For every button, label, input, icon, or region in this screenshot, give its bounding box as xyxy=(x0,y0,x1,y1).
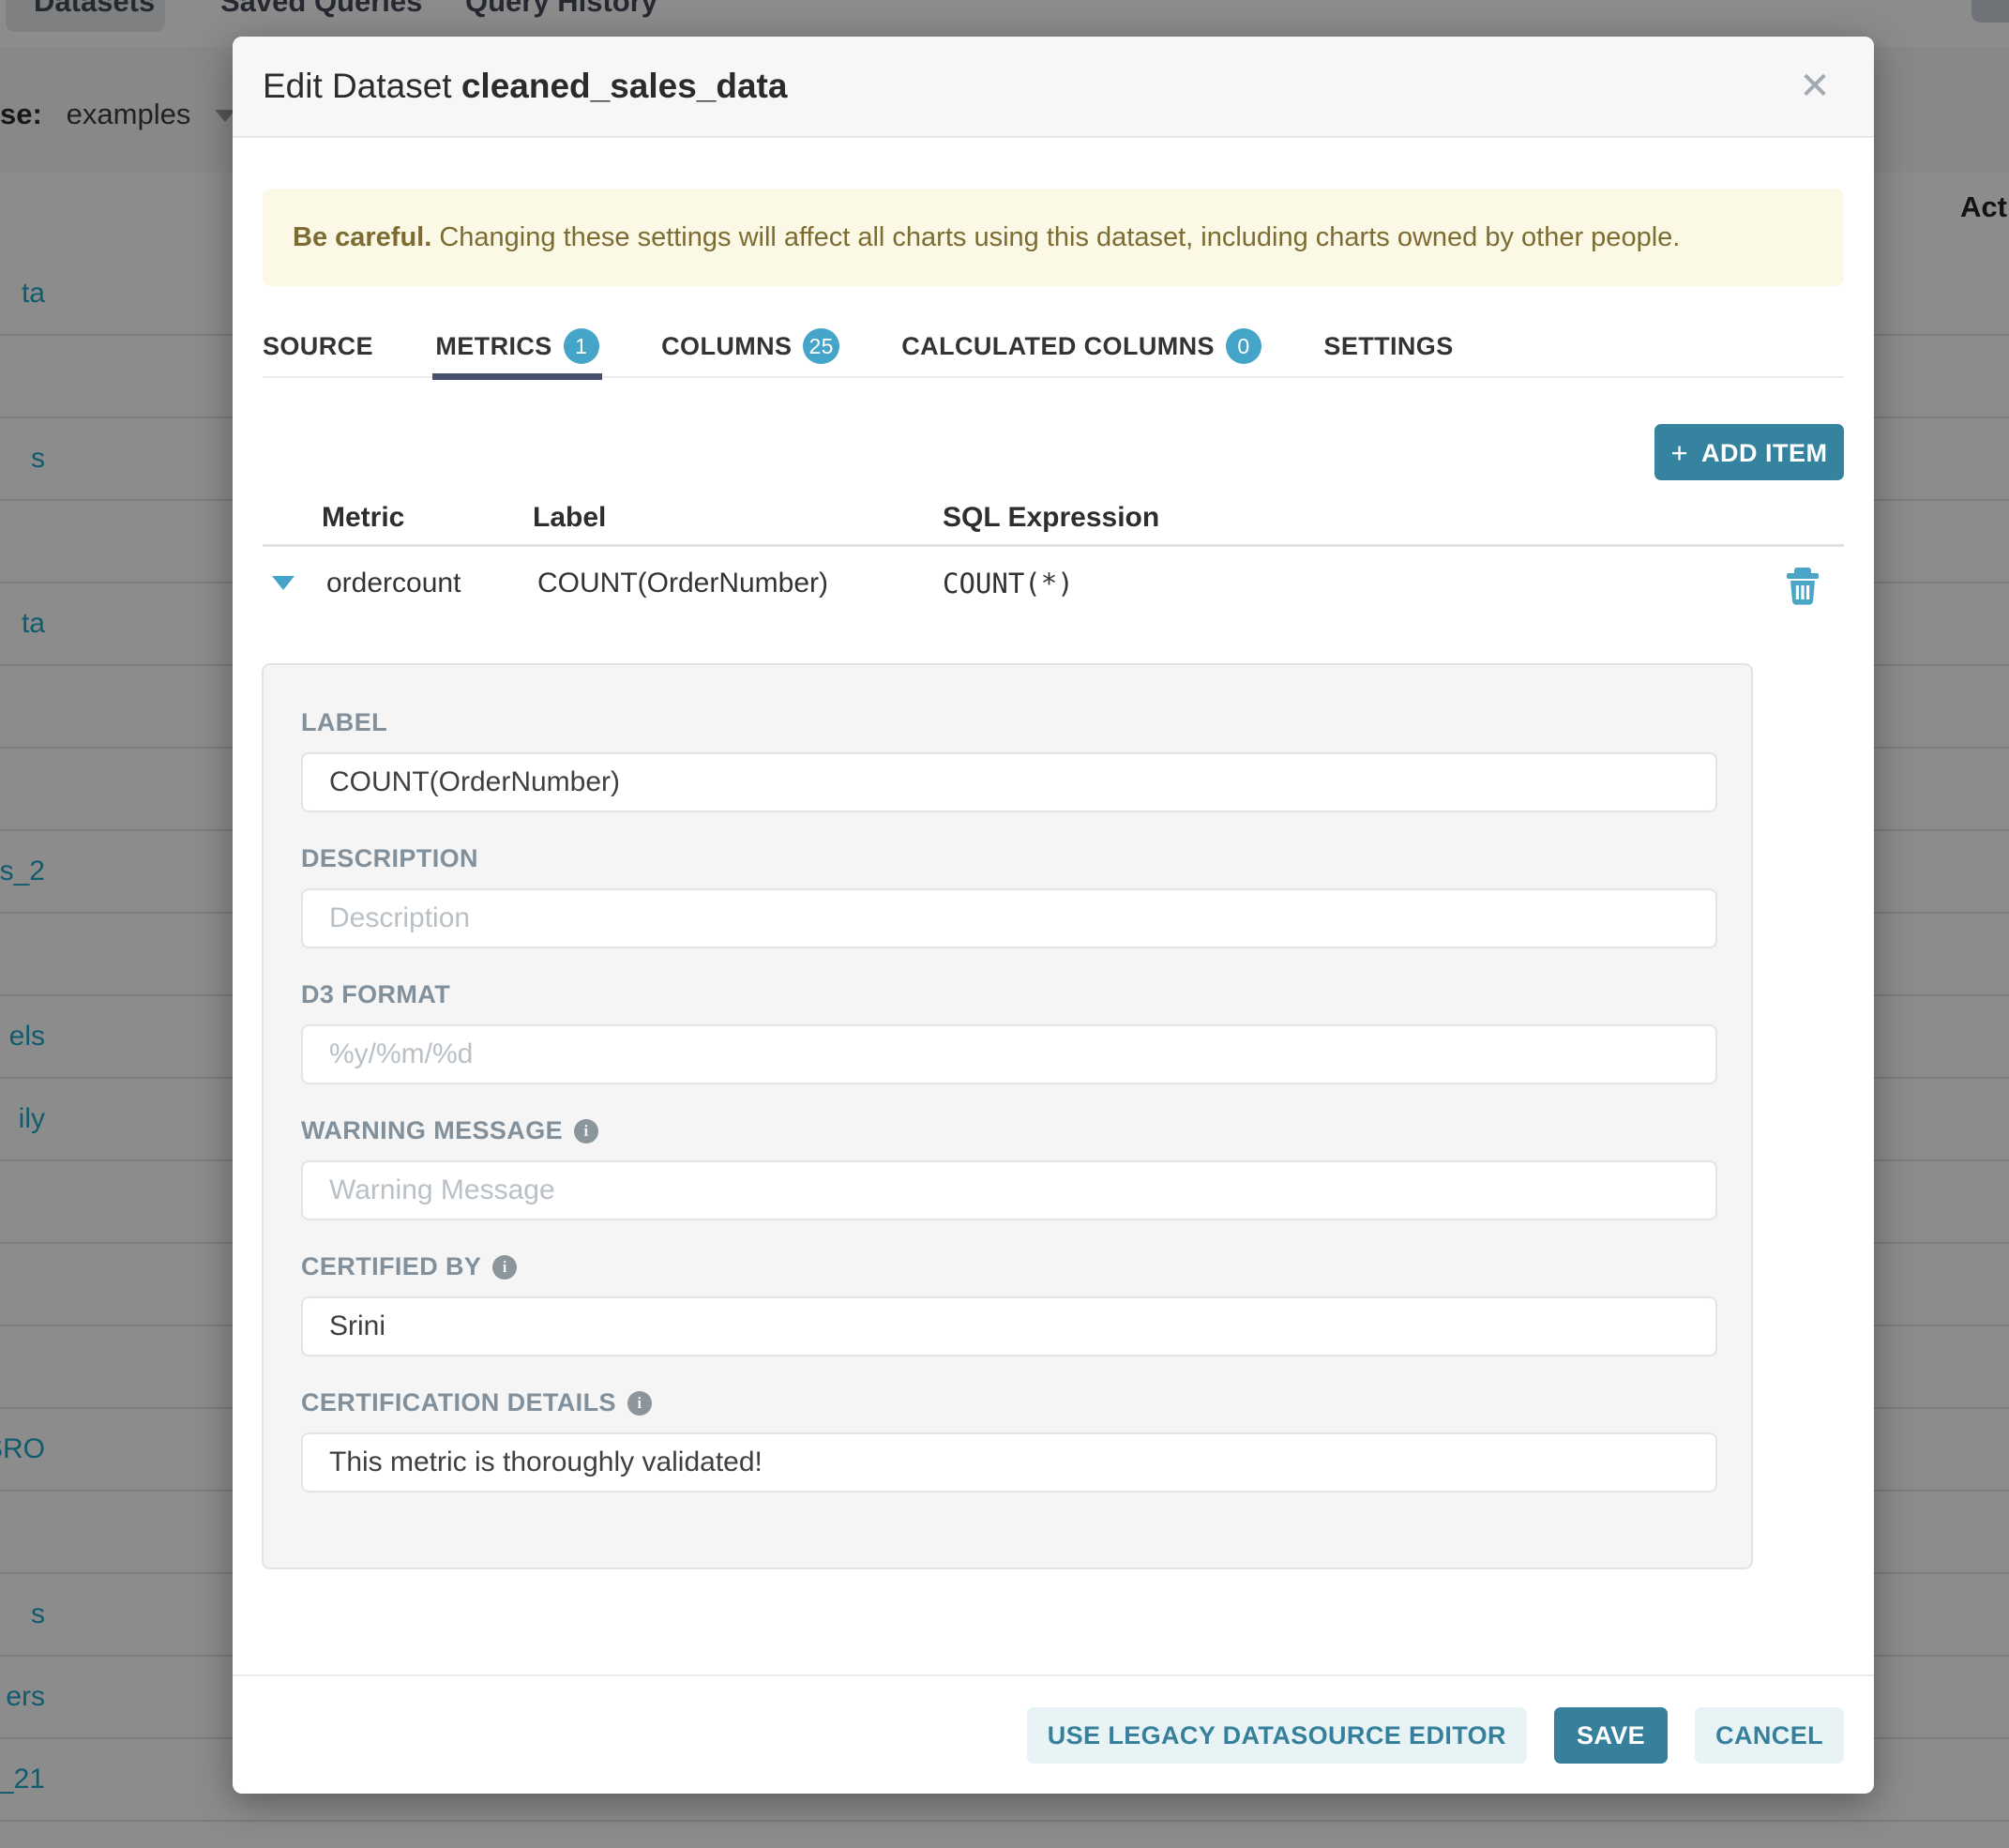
footer-buttons: USE LEGACY DATASOURCE EDITOR SAVE CANCEL xyxy=(1027,1707,1844,1764)
tab-calculated-columns[interactable]: CALCULATED COLUMNS 0 xyxy=(901,323,1261,376)
tab-settings[interactable]: SETTINGS xyxy=(1323,323,1453,376)
tab-metrics-label: METRICS xyxy=(435,332,551,360)
d3-format-field-label: D3 FORMAT xyxy=(295,980,1714,1009)
info-icon: i xyxy=(492,1255,517,1280)
certification-details-field-label: CERTIFICATION DETAILSi xyxy=(295,1388,1714,1417)
screen: Datasets Saved Queries Query History se:… xyxy=(0,0,2009,1848)
metric-column-header: Metric xyxy=(322,502,404,534)
warning-message-field-group: WARNING MESSAGEi xyxy=(301,1116,1714,1220)
modal-header: Edit Dataset cleaned_sales_data ✕ xyxy=(233,37,1874,138)
tab-columns-label: COLUMNS xyxy=(661,332,792,360)
certified-by-field-label: CERTIFIED BYi xyxy=(295,1252,1714,1281)
certified-by-input[interactable] xyxy=(301,1296,1717,1356)
description-field-group: DESCRIPTION xyxy=(301,844,1714,948)
metric-label: COUNT(OrderNumber) xyxy=(537,553,828,613)
warning-banner: Be careful. Changing these settings will… xyxy=(263,189,1844,286)
info-icon: i xyxy=(574,1119,598,1144)
warning-message-input[interactable] xyxy=(301,1160,1717,1220)
tab-columns[interactable]: COLUMNS 25 xyxy=(661,323,839,376)
warning-message-field-label: WARNING MESSAGEi xyxy=(295,1116,1714,1145)
cancel-button[interactable]: CANCEL xyxy=(1695,1707,1844,1764)
certification-details-input[interactable] xyxy=(301,1432,1717,1492)
add-item-label: ADD ITEM xyxy=(1701,439,1828,467)
metric-row: ordercount COUNT(OrderNumber) COUNT(*) xyxy=(263,553,1844,613)
sql-expression-column-header: SQL Expression xyxy=(943,502,1159,534)
warning-banner-rest: Changing these settings will affect all … xyxy=(431,222,1680,252)
metrics-count-badge: 1 xyxy=(564,328,599,364)
calculated-columns-count-badge: 0 xyxy=(1226,328,1261,364)
save-button[interactable]: SAVE xyxy=(1554,1707,1668,1764)
label-column-header: Label xyxy=(533,502,606,534)
add-item-button[interactable]: + ADD ITEM xyxy=(1654,424,1844,480)
certification-details-field-group: CERTIFICATION DETAILSi xyxy=(301,1388,1714,1492)
tab-source[interactable]: SOURCE xyxy=(263,323,373,376)
certified-by-field-group: CERTIFIED BYi xyxy=(301,1252,1714,1356)
plus-icon: + xyxy=(1670,436,1688,469)
delete-metric-trash-icon[interactable] xyxy=(1784,565,1821,606)
modal-tabs: SOURCE METRICS 1 COLUMNS 25 CALCULATED COL… xyxy=(263,323,1844,378)
modal-footer: USE LEGACY DATASOURCE EDITOR SAVE CANCEL xyxy=(233,1674,1874,1794)
info-icon: i xyxy=(627,1391,652,1416)
modal-dataset-name: cleaned_sales_data xyxy=(461,67,788,105)
warning-banner-text: Be careful. Changing these settings will… xyxy=(293,189,1825,286)
tab-calculated-columns-label: CALCULATED COLUMNS xyxy=(901,332,1215,360)
close-icon[interactable]: ✕ xyxy=(1773,37,1857,136)
tab-settings-label: SETTINGS xyxy=(1323,332,1453,360)
d3-format-input[interactable] xyxy=(301,1024,1717,1084)
metric-edit-panel: LABEL DESCRIPTION D3 FORMAT WARNING MESS… xyxy=(262,663,1753,1569)
modal-title-prefix: Edit Dataset xyxy=(263,67,452,105)
description-field-label: DESCRIPTION xyxy=(295,844,1714,873)
active-tab-underline xyxy=(432,373,601,380)
collapse-caret-icon[interactable] xyxy=(272,576,295,590)
description-input[interactable] xyxy=(301,888,1717,948)
label-input[interactable] xyxy=(301,752,1717,812)
edit-dataset-modal: Edit Dataset cleaned_sales_data ✕ Be car… xyxy=(233,37,1874,1794)
use-legacy-datasource-editor-button[interactable]: USE LEGACY DATASOURCE EDITOR xyxy=(1027,1707,1527,1764)
metrics-table-header: Metric Label SQL Expression xyxy=(263,502,1844,547)
columns-count-badge: 25 xyxy=(803,328,838,364)
warning-banner-bold: Be careful. xyxy=(293,222,431,252)
label-field-group: LABEL xyxy=(301,708,1714,812)
modal-title: Edit Dataset cleaned_sales_data xyxy=(263,37,787,136)
label-field-label: LABEL xyxy=(295,708,1714,737)
tab-source-label: SOURCE xyxy=(263,332,373,360)
tab-metrics[interactable]: METRICS 1 xyxy=(435,323,598,376)
d3-format-field-group: D3 FORMAT xyxy=(301,980,1714,1084)
metric-name: ordercount xyxy=(326,553,461,613)
metric-sql-expression: COUNT(*) xyxy=(943,553,1074,613)
